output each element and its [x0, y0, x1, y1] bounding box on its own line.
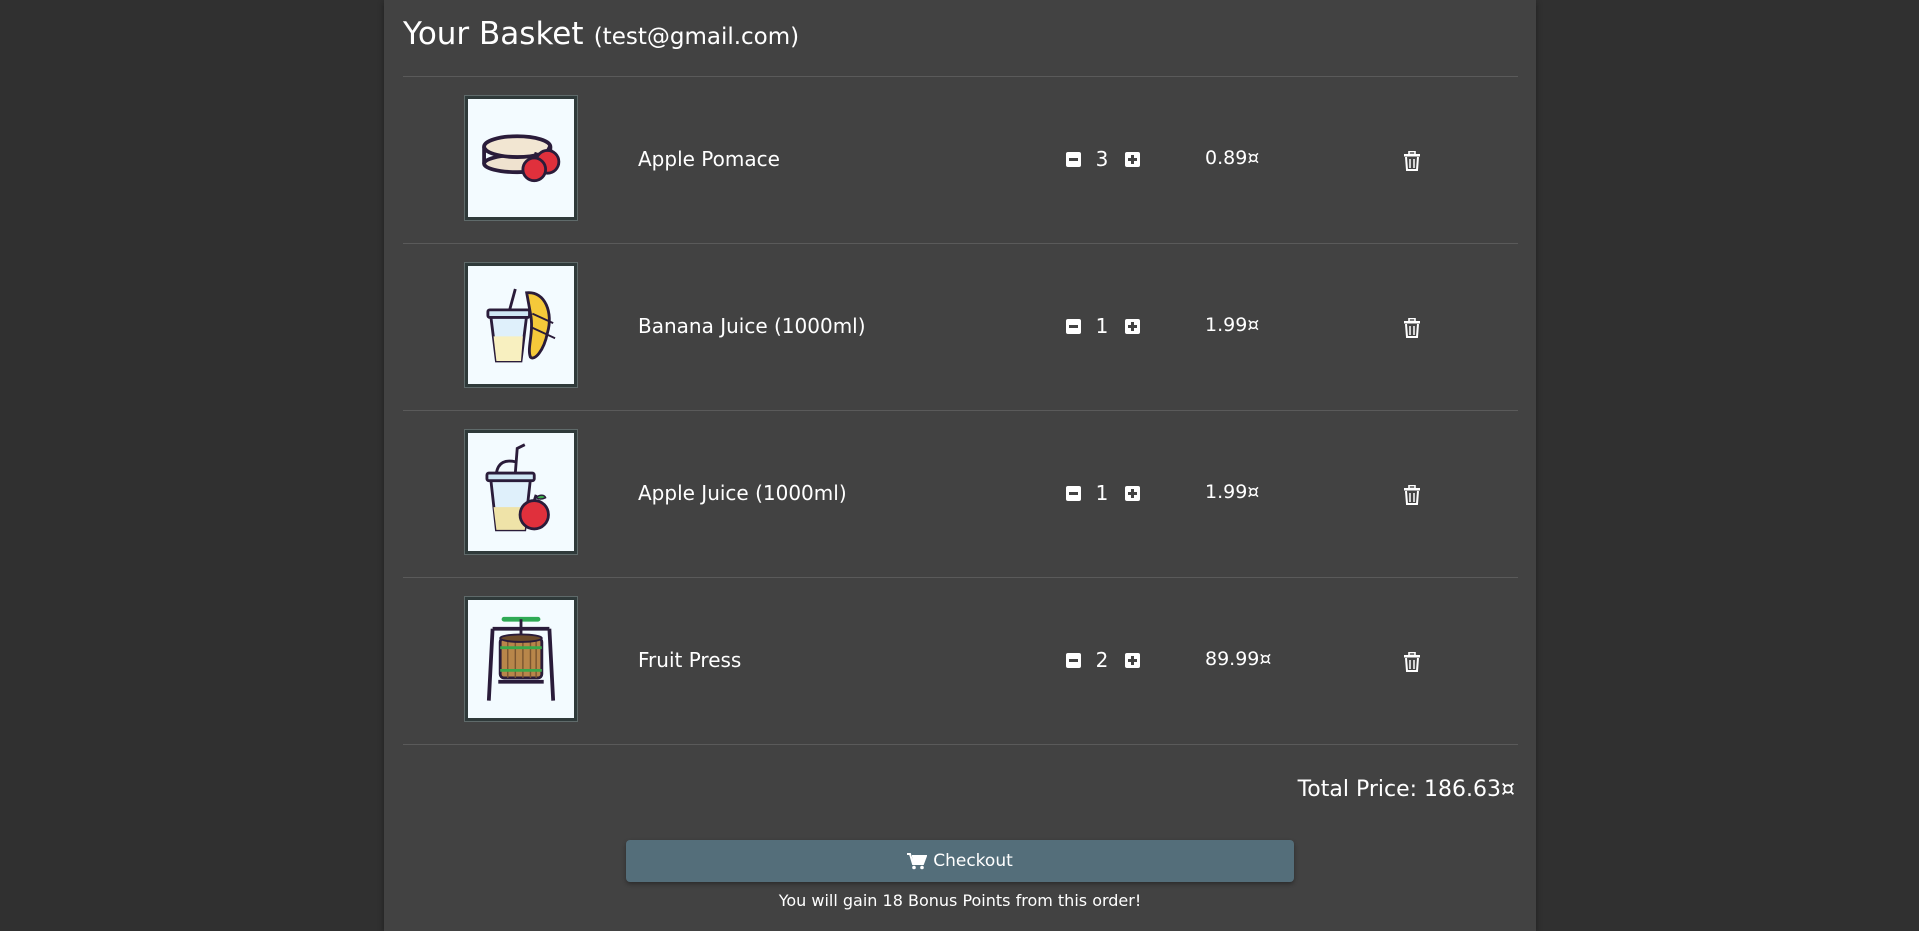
- checkout-button[interactable]: Checkout: [626, 840, 1294, 882]
- increase-quantity-button[interactable]: [1125, 319, 1140, 334]
- item-price: 89.99¤: [1205, 648, 1272, 670]
- basket-card: Your Basket (test@gmail.com) Apple Pomac…: [384, 0, 1536, 931]
- cart-icon: [907, 853, 928, 870]
- decrease-quantity-button[interactable]: [1066, 152, 1081, 167]
- table-row: Banana Juice (1000ml) 1 1.99¤: [403, 244, 1518, 411]
- quantity-value: 1: [1095, 314, 1109, 338]
- decrease-quantity-button[interactable]: [1066, 653, 1081, 668]
- basket-table: Apple Pomace 3 0.89¤ Banana Juice (1000m…: [403, 76, 1518, 745]
- checkout-label: Checkout: [933, 851, 1013, 871]
- product-image: [465, 430, 577, 554]
- item-price: 1.99¤: [1205, 314, 1260, 336]
- product-name[interactable]: Apple Pomace: [638, 147, 780, 171]
- table-row: Apple Pomace 3 0.89¤: [403, 77, 1518, 244]
- apple-pomace-icon: [482, 134, 561, 183]
- quantity-value: 3: [1095, 147, 1109, 171]
- user-email: (test@gmail.com): [593, 24, 800, 50]
- product-image: [465, 96, 577, 220]
- banana-juice-icon: [486, 288, 556, 363]
- product-name[interactable]: Fruit Press: [638, 648, 741, 672]
- increase-quantity-button[interactable]: [1125, 152, 1140, 167]
- table-row: Apple Juice (1000ml) 1 1.99¤: [403, 411, 1518, 578]
- quantity-value: 2: [1095, 648, 1109, 672]
- apple-juice-icon: [485, 443, 550, 532]
- decrease-quantity-button[interactable]: [1066, 319, 1081, 334]
- trash-icon[interactable]: [1403, 151, 1421, 171]
- increase-quantity-button[interactable]: [1125, 653, 1140, 668]
- fruit-press-icon: [486, 616, 556, 701]
- trash-icon[interactable]: [1403, 318, 1421, 338]
- decrease-quantity-button[interactable]: [1066, 486, 1081, 501]
- product-name[interactable]: Banana Juice (1000ml): [638, 314, 866, 338]
- product-image: [465, 263, 577, 387]
- product-image: [465, 597, 577, 721]
- table-row: Fruit Press 2 89.99¤: [403, 578, 1518, 745]
- item-price: 0.89¤: [1205, 147, 1260, 169]
- total-price: Total Price: 186.63¤: [1297, 777, 1515, 802]
- product-name[interactable]: Apple Juice (1000ml): [638, 481, 847, 505]
- trash-icon[interactable]: [1403, 485, 1421, 505]
- page-title: Your Basket (test@gmail.com): [403, 14, 799, 52]
- quantity-value: 1: [1095, 481, 1109, 505]
- increase-quantity-button[interactable]: [1125, 486, 1140, 501]
- item-price: 1.99¤: [1205, 481, 1260, 503]
- bonus-points-text: You will gain 18 Bonus Points from this …: [778, 891, 1142, 910]
- basket-title: Your Basket: [403, 16, 584, 52]
- trash-icon[interactable]: [1403, 652, 1421, 672]
